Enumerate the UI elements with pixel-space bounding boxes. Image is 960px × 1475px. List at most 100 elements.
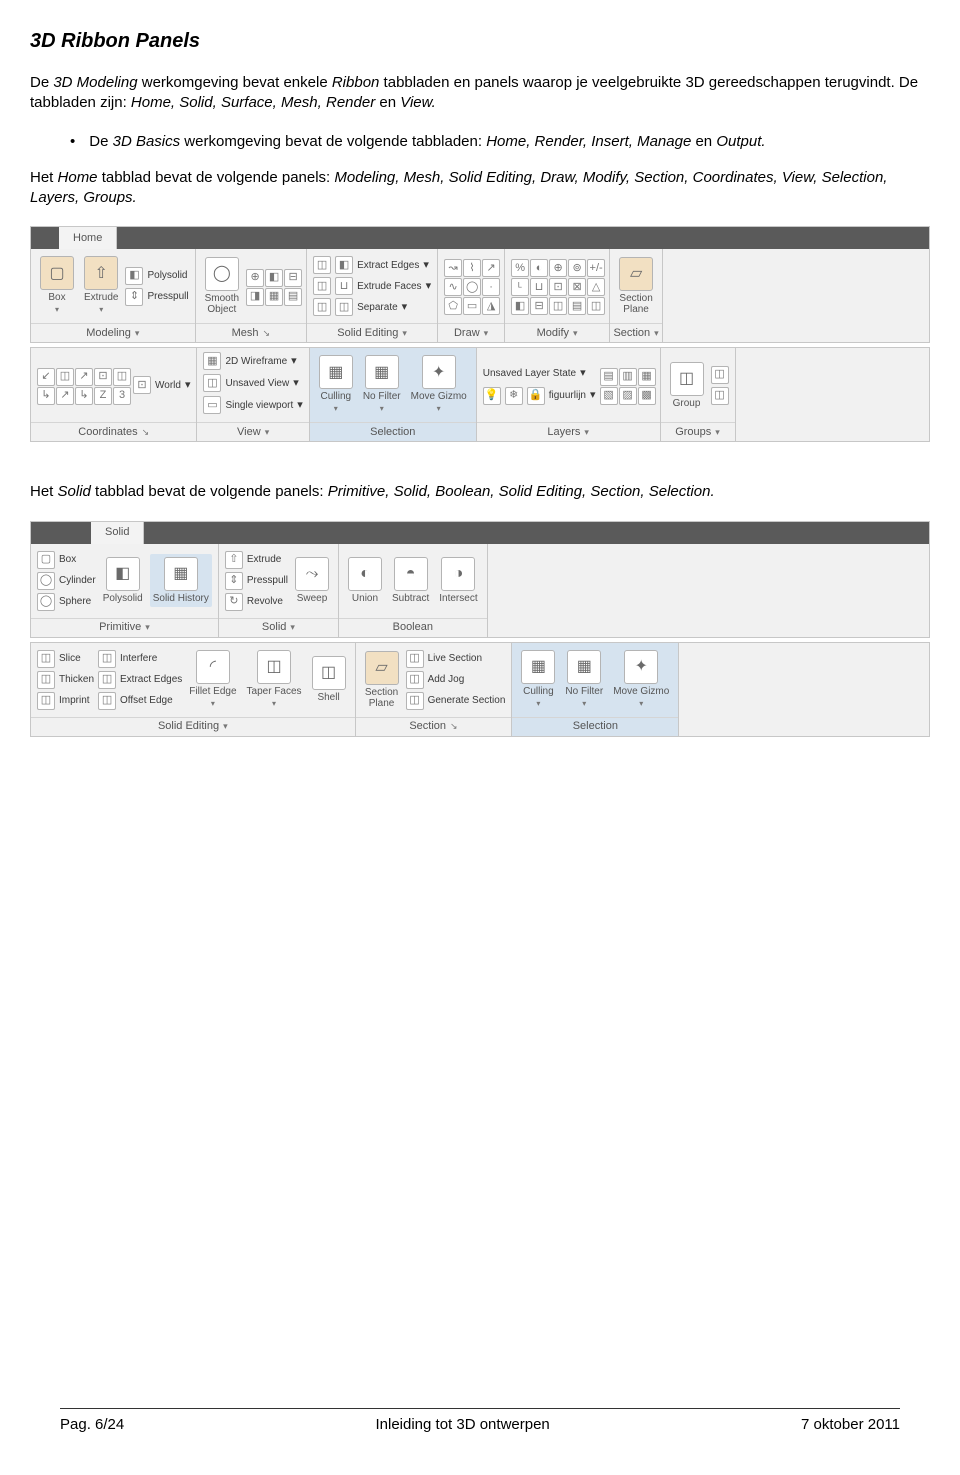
se-icon[interactable]: ◫ bbox=[313, 277, 331, 295]
mesh-icon[interactable]: ⊟ bbox=[284, 269, 302, 287]
modify-icon[interactable]: △ bbox=[587, 278, 605, 296]
modify-icon[interactable]: ⊟ bbox=[530, 297, 548, 315]
nofilter-button[interactable]: ▦No Filter▾ bbox=[360, 353, 404, 417]
interfere-button[interactable]: ◫Interfere bbox=[98, 650, 182, 668]
coord-icon[interactable]: ↳ bbox=[37, 387, 55, 405]
layer-icon[interactable]: ▩ bbox=[638, 387, 656, 405]
layer-icon[interactable]: ▧ bbox=[600, 387, 618, 405]
layer-icon[interactable]: ▦ bbox=[638, 368, 656, 386]
draw-icon[interactable]: ∿ bbox=[444, 278, 462, 296]
extrude-faces-button[interactable]: ⊔Extrude Faces ▾ bbox=[335, 277, 431, 295]
cylinder-button[interactable]: ◯Cylinder bbox=[37, 572, 96, 590]
nofilter-button[interactable]: ▦No Filter▾ bbox=[562, 648, 606, 712]
add-jog-button[interactable]: ◫Add Jog bbox=[406, 671, 506, 689]
draw-icon[interactable]: ◮ bbox=[482, 297, 500, 315]
coord-icon[interactable]: ◫ bbox=[56, 368, 74, 386]
modify-icon[interactable]: ⊡ bbox=[549, 278, 567, 296]
sweep-button[interactable]: ⤳Sweep bbox=[292, 555, 332, 606]
section-plane-button[interactable]: ▱SectionPlane bbox=[616, 255, 656, 317]
extrude-button[interactable]: ⇧Extrude▾ bbox=[81, 254, 121, 318]
single-viewport-dropdown[interactable]: ▭Single viewport▾ bbox=[203, 396, 302, 414]
draw-icon[interactable]: ↗ bbox=[482, 259, 500, 277]
group-button[interactable]: ◫Group bbox=[667, 360, 707, 411]
layer-dropdown[interactable]: 💡❄🔒figuurlijn▾ bbox=[483, 387, 596, 405]
revolve-button[interactable]: ↻Revolve bbox=[225, 593, 288, 611]
draw-icon[interactable]: ▭ bbox=[463, 297, 481, 315]
mesh-icon[interactable]: ⊕ bbox=[246, 269, 264, 287]
world-dropdown[interactable]: ⊡World▾ bbox=[133, 376, 190, 394]
modify-icon[interactable]: ⊔ bbox=[530, 278, 548, 296]
layer-state-dropdown[interactable]: Unsaved Layer State▾ bbox=[483, 366, 596, 381]
section-plane-button[interactable]: ▱SectionPlane bbox=[362, 649, 402, 711]
group-icon[interactable]: ◫ bbox=[711, 387, 729, 405]
smooth-object-button[interactable]: ◯SmoothObject bbox=[202, 255, 242, 317]
union-button[interactable]: ◐Union bbox=[345, 555, 385, 606]
intersect-button[interactable]: ◑Intersect bbox=[436, 555, 480, 606]
coord-icon[interactable]: ↳ bbox=[75, 387, 93, 405]
live-section-button[interactable]: ◫Live Section bbox=[406, 650, 506, 668]
mesh-icon[interactable]: ◨ bbox=[246, 288, 264, 306]
separate-button[interactable]: ◫Separate ▾ bbox=[335, 298, 431, 316]
coord-icon[interactable]: ↗ bbox=[56, 387, 74, 405]
layer-icon[interactable]: ▥ bbox=[619, 368, 637, 386]
imprint-button[interactable]: ◫Imprint bbox=[37, 692, 94, 710]
mesh-icon[interactable]: ◧ bbox=[265, 269, 283, 287]
culling-button[interactable]: ▦Culling▾ bbox=[316, 353, 356, 417]
layer-icon[interactable]: ▤ bbox=[600, 368, 618, 386]
offset-edge-button[interactable]: ◫Offset Edge bbox=[98, 692, 182, 710]
modify-icon[interactable]: ᴸ bbox=[511, 278, 529, 296]
movegizmo-button[interactable]: ✦Move Gizmo▾ bbox=[610, 648, 672, 712]
generate-section-button[interactable]: ◫Generate Section bbox=[406, 692, 506, 710]
modify-icon[interactable]: ◫ bbox=[549, 297, 567, 315]
subtract-button[interactable]: ◓Subtract bbox=[389, 555, 432, 606]
modify-icon[interactable]: ◫ bbox=[587, 297, 605, 315]
modify-icon[interactable]: +/- bbox=[587, 259, 605, 277]
extract-edges-button[interactable]: ◫Extract Edges bbox=[98, 671, 182, 689]
presspull-button[interactable]: ⇕Presspull bbox=[125, 288, 188, 306]
wireframe-dropdown[interactable]: ▦2D Wireframe▾ bbox=[203, 352, 296, 370]
draw-icon[interactable]: ⬠ bbox=[444, 297, 462, 315]
mesh-icon[interactable]: ▦ bbox=[265, 288, 283, 306]
layer-icon[interactable]: ▨ bbox=[619, 387, 637, 405]
se-icon[interactable]: ◫ bbox=[313, 298, 331, 316]
modify-icon[interactable]: ⊠ bbox=[568, 278, 586, 296]
polysolid-button[interactable]: ◧Polysolid bbox=[125, 267, 188, 285]
sphere-button[interactable]: ◯Sphere bbox=[37, 593, 96, 611]
draw-icon[interactable]: · bbox=[482, 278, 500, 296]
modify-icon[interactable]: % bbox=[511, 259, 529, 277]
solid-history-button[interactable]: ▦Solid History bbox=[150, 554, 212, 607]
box-button[interactable]: ▢Box bbox=[37, 551, 96, 569]
draw-icon[interactable]: ↝ bbox=[444, 259, 462, 277]
tab-home[interactable]: Home bbox=[59, 227, 117, 249]
fillet-edge-button[interactable]: ◜Fillet Edge▾ bbox=[186, 648, 239, 712]
unsaved-view-dropdown[interactable]: ◫Unsaved View▾ bbox=[203, 374, 298, 392]
se-icon[interactable]: ◫ bbox=[313, 256, 331, 274]
coord-icon[interactable]: 3 bbox=[113, 387, 131, 405]
culling-button[interactable]: ▦Culling▾ bbox=[518, 648, 558, 712]
taper-faces-button[interactable]: ◫Taper Faces▾ bbox=[244, 648, 305, 712]
extrude-button[interactable]: ⇧Extrude bbox=[225, 551, 288, 569]
extract-edges-button[interactable]: ◧Extract Edges ▾ bbox=[335, 256, 431, 274]
modify-icon[interactable]: ⊕ bbox=[549, 259, 567, 277]
coord-icon[interactable]: ◫ bbox=[113, 368, 131, 386]
modify-icon[interactable]: ◧ bbox=[511, 297, 529, 315]
shell-button[interactable]: ◫Shell bbox=[309, 654, 349, 705]
modify-icon[interactable]: ▤ bbox=[568, 297, 586, 315]
coord-icon[interactable]: ↙ bbox=[37, 368, 55, 386]
coord-icon[interactable]: Z bbox=[94, 387, 112, 405]
presspull-button[interactable]: ⇕Presspull bbox=[225, 572, 288, 590]
box-button[interactable]: ▢Box▾ bbox=[37, 254, 77, 318]
modify-icon[interactable]: ◐ bbox=[530, 259, 548, 277]
modify-icon[interactable]: ⊚ bbox=[568, 259, 586, 277]
tab-solid[interactable]: Solid bbox=[91, 522, 144, 544]
thicken-button[interactable]: ◫Thicken bbox=[37, 671, 94, 689]
slice-button[interactable]: ◫Slice bbox=[37, 650, 94, 668]
movegizmo-button[interactable]: ✦Move Gizmo▾ bbox=[408, 353, 470, 417]
group-icon[interactable]: ◫ bbox=[711, 366, 729, 384]
mesh-icon[interactable]: ▤ bbox=[284, 288, 302, 306]
draw-icon[interactable]: ⌇ bbox=[463, 259, 481, 277]
polysolid-button[interactable]: ◧Polysolid bbox=[100, 555, 146, 606]
draw-icon[interactable]: ◯ bbox=[463, 278, 481, 296]
coord-icon[interactable]: ⊡ bbox=[94, 368, 112, 386]
coord-icon[interactable]: ↗ bbox=[75, 368, 93, 386]
